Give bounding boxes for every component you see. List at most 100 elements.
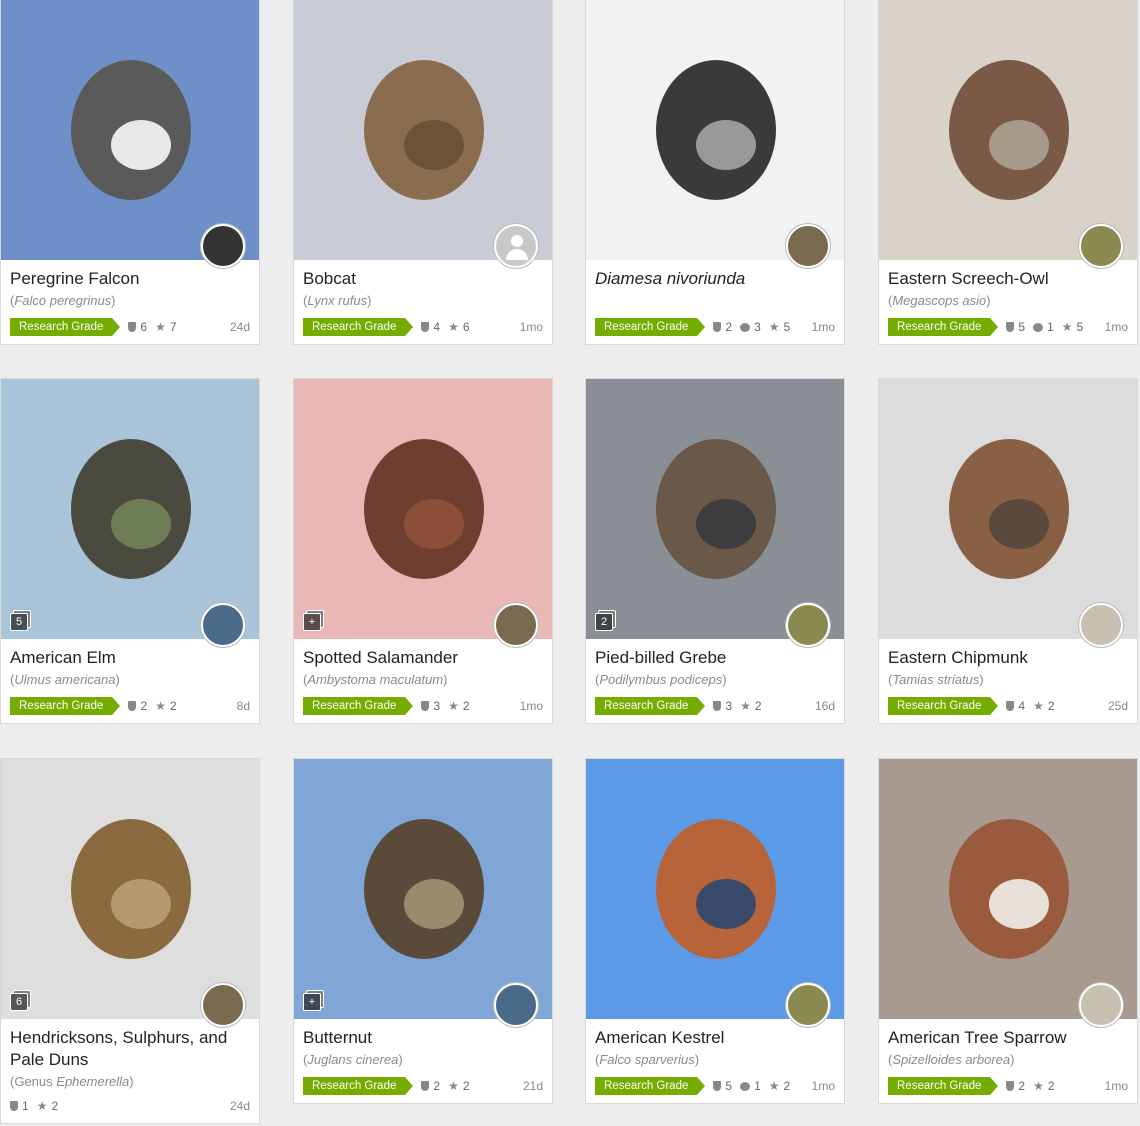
observation-photo[interactable]: + [294,759,552,1019]
observation-card[interactable]: 5 American Elm (Ulmus americana) Research G… [0,378,260,724]
comments-count: 3 [740,320,761,334]
observation-photo[interactable]: + [294,379,552,639]
comments-value: 3 [754,320,761,334]
faves-value: 7 [169,320,177,334]
photo-detail [696,879,756,929]
observer-avatar[interactable] [494,224,538,268]
observer-avatar[interactable] [201,983,245,1027]
scientific-name: (Spizelloides arborea) [888,1052,1015,1067]
star-icon: ★ [448,699,459,713]
common-name[interactable]: Peregrine Falcon [10,268,250,290]
observation-card[interactable]: + Spotted Salamander (Ambystoma maculatum)… [293,378,553,724]
common-name[interactable]: Hendricksons, Sulphurs, and Pale Duns [10,1027,250,1071]
observation-meta: Research Grade 4 ★ 2 25d [888,697,1128,715]
observation-age: 1mo [519,699,543,713]
quality-grade-badge: Research Grade [595,697,706,715]
scientific-name-text: Megascops asio [892,293,987,308]
identification-icon [713,1081,722,1091]
faves-value: 2 [1047,1079,1055,1093]
observation-photo[interactable] [879,379,1137,639]
common-name[interactable]: American Elm [10,647,250,669]
observation-card[interactable]: Eastern Chipmunk (Tamias striatus) Researc… [878,378,1138,724]
comment-icon [740,1081,751,1091]
identifications-count: 5 [1006,320,1025,334]
observation-age: 1mo [811,1079,835,1093]
identifications-value: 2 [140,699,148,713]
observation-card[interactable]: + Butternut (Juglans cinerea) Research Grad… [293,758,553,1104]
observation-photo[interactable] [586,759,844,1019]
observer-avatar[interactable] [201,224,245,268]
scientific-name-text: Ulmus americana [14,672,116,687]
identification-icon [128,322,137,332]
faves-count: ★ 2 [155,699,176,713]
common-name[interactable]: Eastern Screech-Owl [888,268,1128,290]
observation-card[interactable]: 2 Pied-billed Grebe (Podilymbus podiceps) R… [585,378,845,724]
observer-avatar[interactable] [1079,603,1123,647]
identifications-count: 3 [421,699,440,713]
identifications-value: 4 [433,320,441,334]
scientific-name-text: Lynx rufus [307,293,368,308]
observation-info: Eastern Screech-Owl (Megascops asio) Resea… [879,260,1137,344]
star-icon: ★ [155,699,166,713]
common-name[interactable]: Spotted Salamander [303,647,543,669]
observation-card[interactable]: Diamesa nivoriunda Research Grade 2 3 ★ 5 1mo [585,0,845,345]
observation-card[interactable]: Eastern Screech-Owl (Megascops asio) Resea… [878,0,1138,345]
observation-info: American Kestrel (Falco sparverius) Resear… [586,1019,844,1103]
observation-photo[interactable] [1,0,259,260]
observation-card[interactable]: 6 Hendricksons, Sulphurs, and Pale Duns (G… [0,758,260,1124]
observation-info: American Elm (Ulmus americana) Research Gr… [1,639,259,723]
common-name[interactable]: Bobcat [303,268,543,290]
observer-avatar[interactable] [201,603,245,647]
observation-photo[interactable] [586,0,844,260]
observer-avatar[interactable] [1079,224,1123,268]
observation-age: 1mo [1104,1079,1128,1093]
identifications-value: 2 [725,320,733,334]
identifications-count: 1 [10,1099,29,1113]
observer-avatar[interactable] [786,983,830,1027]
identifications-value: 6 [140,320,148,334]
common-name[interactable]: Butternut [303,1027,543,1049]
photo-detail [696,499,756,549]
scientific-name: (Tamias striatus) [888,672,984,687]
observation-card[interactable]: Peregrine Falcon (Falco peregrinus) Resear… [0,0,260,345]
observer-avatar[interactable] [494,983,538,1027]
scientific-name: (Falco peregrinus) [10,293,116,308]
observation-card[interactable]: American Kestrel (Falco sparverius) Resear… [585,758,845,1104]
observation-photo[interactable]: 5 [1,379,259,639]
photo-count-icon: + [303,613,321,631]
common-name[interactable]: American Tree Sparrow [888,1027,1128,1049]
observation-photo[interactable]: 2 [586,379,844,639]
common-name[interactable]: American Kestrel [595,1027,835,1049]
observation-grid: Peregrine Falcon (Falco peregrinus) Resear… [0,0,1140,1126]
photo-detail [989,499,1049,549]
common-name[interactable]: Eastern Chipmunk [888,647,1128,669]
quality-grade-badge: Research Grade [303,318,414,336]
observer-avatar[interactable] [786,224,830,268]
identifications-count: 2 [128,699,147,713]
scientific-name: (Ambystoma maculatum) [303,672,448,687]
star-icon: ★ [1033,1079,1044,1093]
faves-value: 5 [783,320,791,334]
identifications-count: 4 [1006,699,1025,713]
observer-avatar[interactable] [786,603,830,647]
observation-meta: Research Grade 4 ★ 6 1mo [303,318,543,336]
common-name[interactable]: Pied-billed Grebe [595,647,835,669]
observation-card[interactable]: American Tree Sparrow (Spizelloides arbor… [878,758,1138,1104]
photo-count-icon: 2 [595,613,613,631]
star-icon: ★ [768,320,780,334]
observer-avatar[interactable] [494,603,538,647]
common-name[interactable]: Diamesa nivoriunda [595,268,835,290]
observation-card[interactable]: Bobcat (Lynx rufus) Research Grade 4 ★ 6 1mo [293,0,553,345]
quality-grade-badge: Research Grade [888,318,999,336]
observer-avatar[interactable] [1079,983,1123,1027]
observation-photo[interactable]: 6 [1,759,259,1019]
photo-count-icon: 6 [10,993,28,1011]
observation-photo[interactable] [879,759,1137,1019]
identification-icon [421,701,430,711]
faves-count: ★ 7 [155,320,176,334]
scientific-name: (Genus Ephemerella) [10,1074,134,1089]
observation-info: Hendricksons, Sulphurs, and Pale Duns (Ge… [1,1019,259,1123]
observation-photo[interactable] [879,0,1137,260]
observation-photo[interactable] [294,0,552,260]
faves-value: 2 [169,699,177,713]
